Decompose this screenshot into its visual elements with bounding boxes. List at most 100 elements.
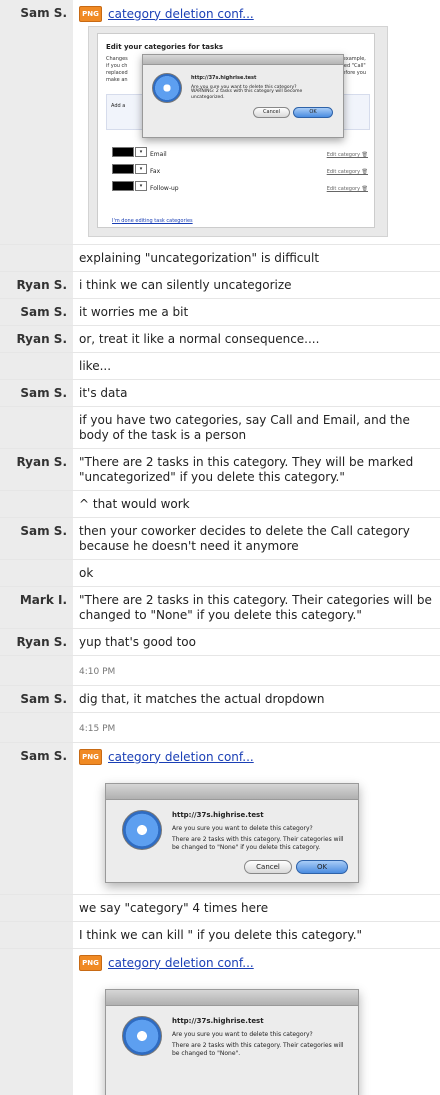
message-row: ^ that would work: [0, 491, 440, 518]
chevron-down-icon[interactable]: ▾: [135, 164, 147, 174]
author-name: Sam S.: [0, 518, 73, 559]
message-row: Ryan S. i think we can silently uncategor…: [0, 272, 440, 299]
color-swatch[interactable]: [112, 147, 134, 157]
author-name: Ryan S.: [0, 629, 73, 655]
dialog-message: There are 2 tasks with this category. Th…: [172, 1042, 344, 1057]
message-text: i think we can silently uncategorize: [79, 278, 292, 292]
message-row: Ryan S. "There are 2 tasks in this catego…: [0, 449, 440, 491]
file-attachment: PNG category deletion conf...: [79, 6, 434, 22]
message-text: yup that's good too: [79, 635, 196, 649]
color-swatch[interactable]: [112, 164, 134, 174]
message-body: ok: [73, 560, 440, 586]
confirm-dialog-screenshot: http://37s.highrise.test Are you sure you…: [105, 783, 359, 883]
done-editing-link[interactable]: I'm done editing task categories: [112, 214, 193, 229]
dialog-titlebar: [106, 784, 358, 800]
message-row: if you have two categories, say Call and…: [0, 407, 440, 449]
category-row: ▾ Fax Edit category 🗑: [112, 163, 370, 175]
dialog-question: Are you sure you want to delete this cat…: [172, 825, 313, 832]
category-row: ▾ Follow-up Edit category 🗑: [112, 180, 370, 192]
message-text: it's data: [79, 386, 128, 400]
message-row: Sam S. it worries me a bit: [0, 299, 440, 326]
author-name: Mark I.: [0, 587, 73, 628]
dialog-question: Are you sure you want to delete this cat…: [172, 1031, 313, 1038]
message-text: dig that, it matches the actual dropdown: [79, 692, 325, 706]
message-row: Sam S. PNG category deletion conf... http:/…: [0, 743, 440, 895]
message-row: PNG category deletion conf... http://37s.h…: [0, 949, 440, 1095]
message-body: PNG category deletion conf... Edit your ca…: [73, 0, 440, 244]
edit-category-link[interactable]: Edit category 🗑: [327, 165, 368, 180]
png-file-icon: PNG: [79, 955, 102, 971]
message-row: Sam S. it's data: [0, 380, 440, 407]
message-row: we say "category" 4 times here: [0, 895, 440, 922]
message-body: then your coworker decides to delete the…: [73, 518, 440, 559]
color-swatch[interactable]: [112, 181, 134, 191]
category-name: Follow-up: [150, 185, 179, 192]
message-body: PNG category deletion conf... http://37s.h…: [73, 743, 440, 894]
author-name: Ryan S.: [0, 272, 73, 298]
author-name: [0, 895, 73, 921]
message-text: "There are 2 tasks in this category. The…: [79, 593, 432, 622]
confirm-dialog: http://37s.highrise.test Are you sure you…: [142, 54, 344, 138]
ok-button[interactable]: OK: [296, 860, 348, 874]
message-text: it worries me a bit: [79, 305, 189, 319]
file-link[interactable]: category deletion conf...: [108, 7, 254, 22]
message-body: "There are 2 tasks in this category. The…: [73, 587, 440, 628]
message-text: we say "category" 4 times here: [79, 901, 269, 915]
file-link[interactable]: category deletion conf...: [108, 956, 254, 971]
message-text: ok: [79, 566, 94, 580]
safari-compass-icon: [152, 73, 182, 103]
category-name: Email: [150, 151, 167, 158]
author-name: [0, 560, 73, 586]
message-row: Mark I. "There are 2 tasks in this catego…: [0, 587, 440, 629]
message-row: 4:10 PM: [0, 656, 440, 686]
author-column: [0, 713, 73, 742]
dialog-warning: WARNING: 2 tasks with this category will…: [191, 89, 303, 100]
message-row: explaining "uncategorization" is difficu…: [0, 245, 440, 272]
timestamp: 4:15 PM: [79, 724, 116, 734]
message-text: ^ that would work: [79, 497, 190, 511]
message-body: ^ that would work: [73, 491, 440, 517]
message-body: if you have two categories, say Call and…: [73, 407, 440, 448]
ok-button[interactable]: OK: [293, 107, 333, 118]
message-body: we say "category" 4 times here: [73, 895, 440, 921]
safari-compass-icon: [122, 810, 162, 850]
file-link[interactable]: category deletion conf...: [108, 750, 254, 765]
author-name: [0, 245, 73, 271]
message-row: 4:15 PM: [0, 713, 440, 743]
message-body: dig that, it matches the actual dropdown: [73, 686, 440, 712]
message-body: it's data: [73, 380, 440, 406]
author-name: Sam S.: [0, 299, 73, 325]
dialog-message: There are 2 tasks with this category. Th…: [172, 836, 344, 851]
panel-description: Changes if you ch replaced make an: [106, 56, 128, 83]
message-body: explaining "uncategorization" is difficu…: [73, 245, 440, 271]
dialog-titlebar: [143, 55, 343, 65]
message-row: I think we can kill " if you delete this…: [0, 922, 440, 949]
chevron-down-icon[interactable]: ▾: [135, 147, 147, 157]
edit-category-link[interactable]: Edit category 🗑: [327, 148, 368, 163]
author-name: Ryan S.: [0, 449, 73, 490]
message-text: "There are 2 tasks in this category. The…: [79, 455, 414, 484]
author-name: Sam S.: [0, 380, 73, 406]
png-file-icon: PNG: [79, 749, 102, 765]
cancel-button[interactable]: Cancel: [253, 107, 290, 118]
confirm-dialog-screenshot: http://37s.highrise.test Are you sure you…: [105, 989, 359, 1095]
screenshot-thumbnail[interactable]: Edit your categories for tasks Changes if…: [88, 26, 388, 237]
message-body: i think we can silently uncategorize: [73, 272, 440, 298]
cancel-button[interactable]: Cancel: [244, 860, 292, 874]
message-body: "There are 2 tasks in this category. The…: [73, 449, 440, 490]
message-text: like...: [79, 359, 112, 373]
message-row: Ryan S. or, treat it like a normal conseq…: [0, 326, 440, 353]
message-row: Sam S. dig that, it matches the actual dr…: [0, 686, 440, 713]
chat-transcript: Sam S. PNG category deletion conf... Edit y…: [0, 0, 440, 1095]
message-body: like...: [73, 353, 440, 379]
file-attachment: PNG category deletion conf...: [79, 955, 434, 971]
author-name: [0, 407, 73, 448]
category-row: ▾ Email Edit category 🗑: [112, 146, 370, 158]
chevron-down-icon[interactable]: ▾: [135, 181, 147, 191]
author-name: [0, 353, 73, 379]
edit-category-link[interactable]: Edit category 🗑: [327, 182, 368, 197]
message-text: or, treat it like a normal consequence..…: [79, 332, 320, 346]
author-name: Ryan S.: [0, 326, 73, 352]
message-row: Sam S. then your coworker decides to dele…: [0, 518, 440, 560]
author-column: [0, 656, 73, 685]
